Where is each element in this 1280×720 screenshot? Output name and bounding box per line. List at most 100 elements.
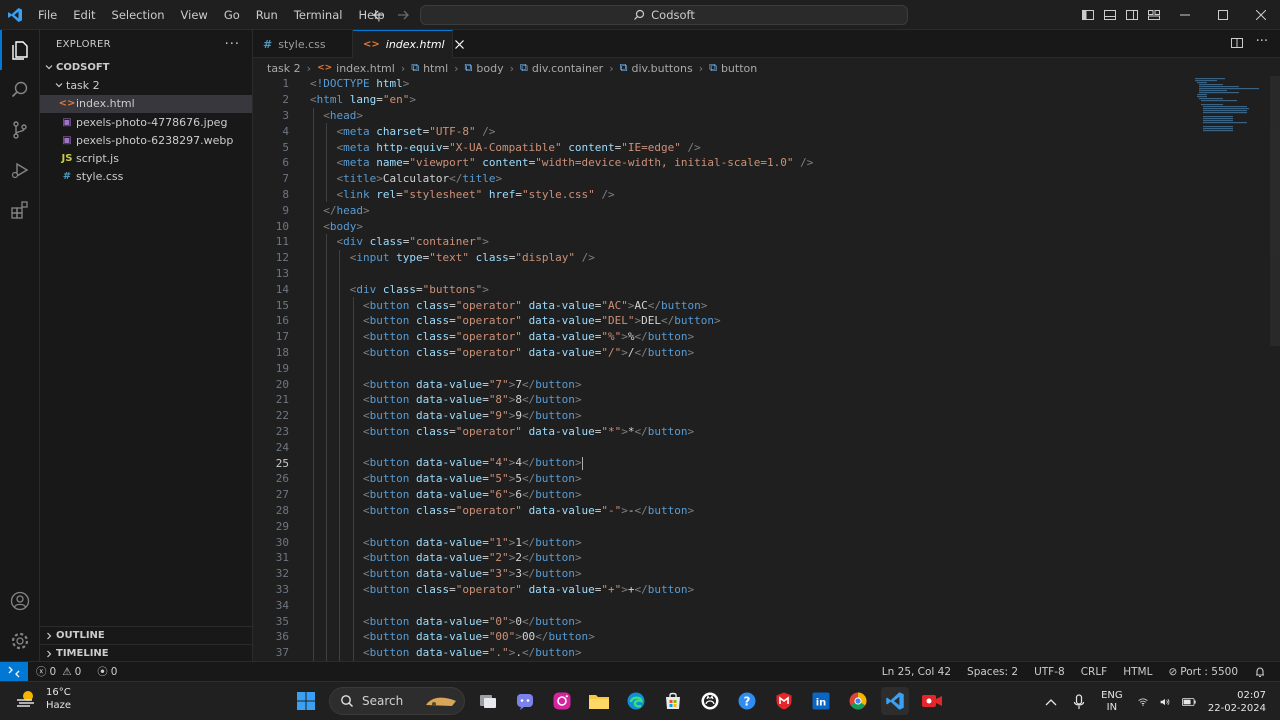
close-window-button[interactable] xyxy=(1242,0,1280,30)
maximize-button[interactable] xyxy=(1204,0,1242,30)
volume-icon[interactable] xyxy=(1154,695,1176,709)
code-line[interactable]: 30 <button data-value="1">1</button> xyxy=(253,534,1263,550)
code-line[interactable]: 15 <button class="operator" data-value="A… xyxy=(253,297,1263,313)
clock[interactable]: 02:07 22-02-2024 xyxy=(1202,689,1280,715)
wifi-icon[interactable] xyxy=(1132,695,1154,709)
indentation[interactable]: Spaces: 2 xyxy=(959,666,1026,678)
windows-start-icon[interactable] xyxy=(292,687,320,715)
code-line[interactable]: 21 <button data-value="8">8</button> xyxy=(253,392,1263,408)
code-line[interactable]: 5 <meta http-equiv="X-UA-Compatible" cont… xyxy=(253,139,1263,155)
file-item[interactable]: JS script.js xyxy=(40,149,252,167)
remote-indicator-icon[interactable] xyxy=(0,661,28,682)
code-line[interactable]: 8 <link rel="stylesheet" href="style.css"… xyxy=(253,187,1263,203)
code-line[interactable]: 37 <button data-value=".">.</button> xyxy=(253,645,1263,661)
timeline-section[interactable]: TIMELINE xyxy=(40,644,253,662)
github-app-icon[interactable] xyxy=(696,687,724,715)
menu-run[interactable]: Run xyxy=(248,0,286,30)
code-line[interactable]: 19 xyxy=(253,360,1263,376)
code-line[interactable]: 35 <button data-value="0">0</button> xyxy=(253,613,1263,629)
code-line[interactable]: 10 <body> xyxy=(253,218,1263,234)
problems-indicator[interactable]: ⓧ 0 ⚠ 0 xyxy=(28,664,89,679)
code-line[interactable]: 18 <button class="operator" data-value="/… xyxy=(253,345,1263,361)
menu-selection[interactable]: Selection xyxy=(104,0,173,30)
command-center-search[interactable]: Codsoft xyxy=(420,5,908,25)
more-actions-icon[interactable]: ··· xyxy=(225,37,240,52)
menu-terminal[interactable]: Terminal xyxy=(286,0,351,30)
code-line[interactable]: 16 <button class="operator" data-value="D… xyxy=(253,313,1263,329)
toggle-primary-sidebar-icon[interactable] xyxy=(1080,7,1096,23)
code-line[interactable]: 34 xyxy=(253,597,1263,613)
code-line[interactable]: 6 <meta name="viewport" content="width=de… xyxy=(253,155,1263,171)
code-line[interactable]: 26 <button data-value="5">5</button> xyxy=(253,471,1263,487)
file-explorer-icon[interactable] xyxy=(585,687,613,715)
file-item[interactable]: # style.css xyxy=(40,168,252,186)
cursor-position[interactable]: Ln 25, Col 42 xyxy=(874,666,959,678)
code-line[interactable]: 31 <button data-value="2">2</button> xyxy=(253,550,1263,566)
forward-arrow-icon[interactable] xyxy=(396,8,410,22)
code-line[interactable]: 13 xyxy=(253,266,1263,282)
breadcrumb-item[interactable]: body xyxy=(476,62,503,75)
minimap[interactable] xyxy=(1193,76,1269,136)
menu-view[interactable]: View xyxy=(173,0,216,30)
code-line[interactable]: 14 <div class="buttons"> xyxy=(253,281,1263,297)
code-line[interactable]: 20 <button data-value="7">7</button> xyxy=(253,376,1263,392)
edge-browser-icon[interactable] xyxy=(622,687,650,715)
code-line[interactable]: 25 <button data-value="4">4</button> xyxy=(253,455,1263,471)
ports-indicator[interactable]: ⦿ 0 xyxy=(89,664,125,679)
instagram-icon[interactable] xyxy=(548,687,576,715)
chevron-up-icon[interactable] xyxy=(1036,698,1066,706)
file-item[interactable]: <> index.html xyxy=(40,94,252,113)
code-line[interactable]: 12 <input type="text" class="display" /> xyxy=(253,250,1263,266)
code-line[interactable]: 32 <button data-value="3">3</button> xyxy=(253,566,1263,582)
menu-go[interactable]: Go xyxy=(216,0,248,30)
breadcrumb-item[interactable]: div.buttons xyxy=(631,62,692,75)
teams-chat-icon[interactable] xyxy=(511,687,539,715)
code-line[interactable]: 23 <button class="operator" data-value="*… xyxy=(253,424,1263,440)
folder-task-2[interactable]: task 2 xyxy=(40,76,252,94)
more-actions-icon[interactable]: ··· xyxy=(1256,35,1268,50)
encoding[interactable]: UTF-8 xyxy=(1026,666,1073,678)
get-help-icon[interactable]: ? xyxy=(733,687,761,715)
accounts-icon[interactable] xyxy=(0,581,40,621)
code-line[interactable]: 28 <button class="operator" data-value="-… xyxy=(253,503,1263,519)
explorer-activity-icon[interactable] xyxy=(0,30,40,70)
language-indicator[interactable]: ENG IN xyxy=(1092,690,1132,714)
code-line[interactable]: 17 <button class="operator" data-value="%… xyxy=(253,329,1263,345)
source-control-icon[interactable] xyxy=(0,110,40,150)
code-line[interactable]: 33 <button class="operator" data-value="+… xyxy=(253,582,1263,598)
split-editor-icon[interactable] xyxy=(1230,36,1244,50)
code-line[interactable]: 9 </head> xyxy=(253,202,1263,218)
screen-recorder-icon[interactable] xyxy=(918,687,946,715)
extensions-icon[interactable] xyxy=(0,190,40,230)
task-view-icon[interactable] xyxy=(474,687,502,715)
linkedin-icon[interactable]: in xyxy=(807,687,835,715)
file-item[interactable]: ▣ pexels-photo-4778676.jpeg xyxy=(40,113,252,131)
line-ending[interactable]: CRLF xyxy=(1073,666,1116,678)
back-arrow-icon[interactable] xyxy=(372,8,386,22)
code-line[interactable]: 11 <div class="container"> xyxy=(253,234,1263,250)
chrome-icon[interactable] xyxy=(844,687,872,715)
breadcrumb-item[interactable]: index.html xyxy=(336,62,395,75)
code-line[interactable]: 24 xyxy=(253,439,1263,455)
breadcrumb-item[interactable]: task 2 xyxy=(267,62,301,75)
toggle-panel-icon[interactable] xyxy=(1102,7,1118,23)
live-server-port[interactable]: ⊘ Port : 5500 xyxy=(1160,666,1246,678)
microphone-icon[interactable] xyxy=(1066,693,1092,710)
code-line[interactable]: 1 <!DOCTYPE html> xyxy=(253,76,1263,92)
language-mode[interactable]: HTML xyxy=(1115,666,1160,678)
code-line[interactable]: 7 <title>Calculator</title> xyxy=(253,171,1263,187)
vscode-taskbar-icon[interactable] xyxy=(881,687,909,715)
code-line[interactable]: 2 <html lang="en"> xyxy=(253,92,1263,108)
menu-edit[interactable]: Edit xyxy=(65,0,103,30)
minimize-button[interactable] xyxy=(1166,0,1204,30)
code-line[interactable]: 22 <button data-value="9">9</button> xyxy=(253,408,1263,424)
notifications-bell-icon[interactable] xyxy=(1246,666,1274,678)
menu-file[interactable]: File xyxy=(30,0,65,30)
customize-layout-icon[interactable] xyxy=(1146,7,1162,23)
battery-icon[interactable] xyxy=(1176,697,1202,707)
manage-gear-icon[interactable] xyxy=(0,621,40,661)
breadcrumb-item[interactable]: button xyxy=(721,62,757,75)
code-line[interactable]: 29 xyxy=(253,518,1263,534)
taskbar-search[interactable]: Search xyxy=(329,687,465,715)
workspace-root[interactable]: CODSOFT xyxy=(40,58,252,76)
